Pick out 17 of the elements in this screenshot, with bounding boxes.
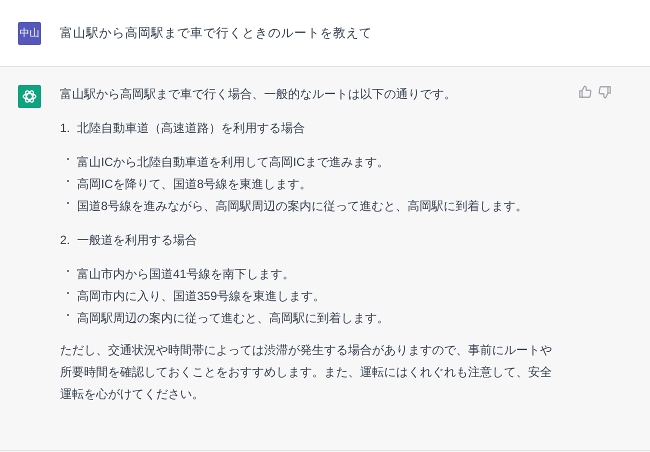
list-number: 1. [60, 120, 72, 137]
list-number: 2. [60, 232, 72, 249]
user-avatar: 中山 [18, 22, 41, 44]
thumbs-up-icon[interactable] [578, 85, 592, 99]
response-text: ただし、交通状況や時間帯によっては渋滞が発生する場合がありますので、事前にルートや所要時間を確認しておくことをおすすめします。また、運転にはくれぐれも注意して、安全運転を心がけてください。 [60, 342, 553, 403]
bullet-text: 高岡ICを降りて、国道8号線を東進します。 [77, 176, 312, 193]
section-heading: 北陸自動車道（高速道路）を利用する場合 [77, 120, 305, 137]
assistant-logo-icon [18, 85, 41, 108]
bullet-text: 国道8号線を進みながら、高岡駅周辺の案内に従って進むと、高岡駅に到着します。 [77, 198, 528, 215]
user-message: 富山駅から高岡駅まで車で行くときのルートを教えて [60, 24, 372, 42]
bullet-text: 富山市内から国道41号線を南下します。 [77, 266, 294, 283]
bullet-text: 富山ICから北陸自動車道を利用して高岡ICまで進みます。 [77, 154, 389, 171]
response-text: 富山駅から高岡駅まで車で行く場合、一般的なルートは以下の通りです。 [60, 86, 457, 103]
bullet-text: 高岡市内に入り、国道359号線を東進します。 [77, 288, 326, 305]
section-heading: 一般道を利用する場合 [77, 232, 197, 249]
bullet-text: 高岡駅周辺の案内に従って進むと、高岡駅に到着します。 [77, 310, 389, 327]
thumbs-down-icon[interactable] [598, 85, 612, 99]
